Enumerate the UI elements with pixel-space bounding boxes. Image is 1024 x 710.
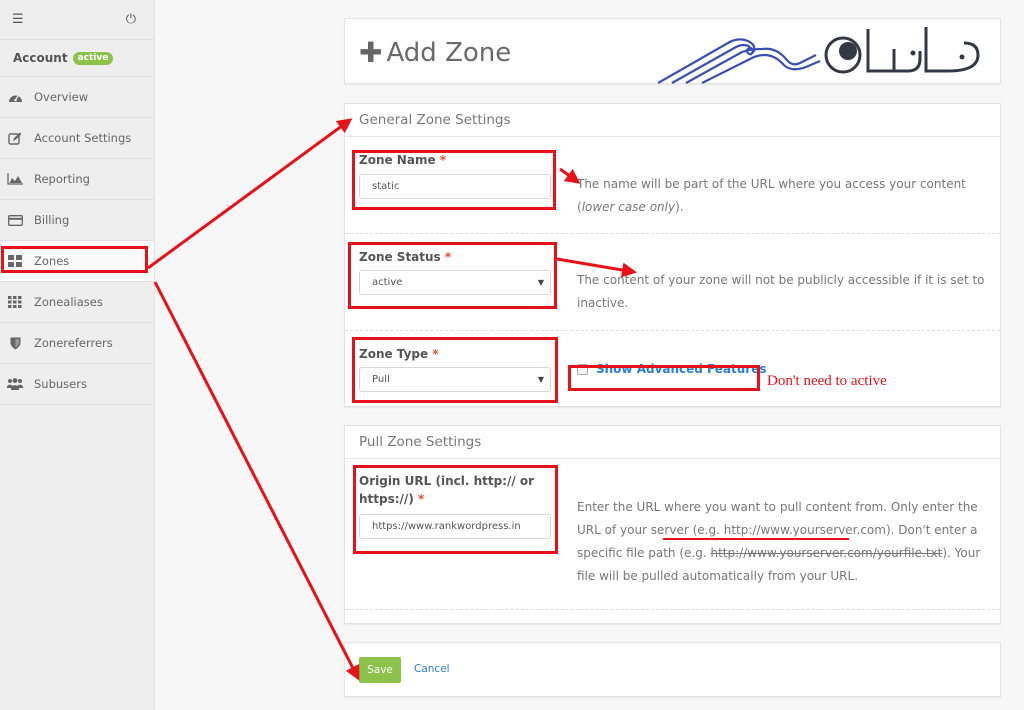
- brand-logo: [658, 27, 980, 84]
- page-header-panel: ✚ Add Zone: [344, 18, 1001, 84]
- section-heading: Pull Zone Settings: [345, 426, 1000, 459]
- sidebar-item-zonereferrers[interactable]: Zonereferrers: [0, 323, 154, 364]
- arrow-to-general-settings: [147, 118, 353, 270]
- sidebar: ☰ ⏻ Account active Overview Account Sett…: [0, 0, 155, 710]
- form-actions-panel: Save Cancel: [344, 642, 1001, 697]
- status-badge: active: [72, 51, 114, 65]
- zone-name-help: The name will be part of the URL where y…: [577, 173, 992, 219]
- annotation-box-advanced: [568, 365, 760, 391]
- annotation-note: Don't need to active: [767, 373, 887, 389]
- sidebar-item-account-settings[interactable]: Account Settings: [0, 118, 154, 159]
- sidebar-item-label: Zonealiases: [34, 295, 103, 309]
- account-title: Account: [13, 51, 68, 65]
- origin-url-help: Enter the URL where you want to pull con…: [577, 496, 992, 588]
- edit-icon: [7, 131, 23, 145]
- cancel-link[interactable]: Cancel: [414, 663, 450, 675]
- zone-status-help: The content of your zone will not be pub…: [577, 273, 985, 310]
- help-strike-example: http://www.yourserver.com/yourfile.txt: [710, 546, 943, 560]
- sidebar-item-subusers[interactable]: Subusers: [0, 364, 154, 405]
- shield-icon: [7, 336, 23, 350]
- credit-card-icon: [7, 213, 23, 227]
- grid-small-icon: [7, 295, 23, 309]
- sidebar-item-zonealiases[interactable]: Zonealiases: [0, 282, 154, 323]
- annotation-box-zone-type: [352, 337, 558, 403]
- section-heading: General Zone Settings: [345, 104, 1000, 137]
- annotation-box-zones: [1, 246, 148, 273]
- arrow-to-save: [153, 281, 360, 681]
- hamburger-menu-icon[interactable]: ☰: [12, 12, 24, 27]
- annotation-box-origin-url: [353, 465, 558, 554]
- page-title: ✚ Add Zone: [359, 36, 511, 69]
- plus-icon: ✚: [359, 36, 383, 69]
- page-title-text: Add Zone: [386, 37, 512, 68]
- users-icon: [7, 377, 23, 391]
- help-emphasis: lower case only: [581, 200, 676, 214]
- account-header: Account active: [0, 40, 154, 77]
- area-chart-icon: [7, 172, 23, 186]
- sidebar-item-label: Billing: [34, 213, 70, 227]
- sidebar-item-label: Overview: [34, 90, 89, 104]
- dashboard-gauge-icon: [7, 90, 23, 104]
- annotation-underline: [663, 538, 849, 540]
- save-button[interactable]: Save: [359, 657, 401, 683]
- sidebar-item-label: Zonereferrers: [34, 336, 113, 350]
- annotation-box-zone-status: [348, 242, 557, 309]
- annotation-box-zone-name: [352, 150, 556, 210]
- sidebar-item-label: Reporting: [34, 172, 90, 186]
- help-text-end: ).: [675, 200, 684, 214]
- sidebar-item-label: Account Settings: [34, 131, 132, 145]
- sidebar-item-overview[interactable]: Overview: [0, 77, 154, 118]
- sidebar-item-reporting[interactable]: Reporting: [0, 159, 154, 200]
- sidebar-item-label: Subusers: [34, 377, 87, 391]
- sidebar-topbar: ☰ ⏻: [0, 0, 154, 40]
- power-icon[interactable]: ⏻: [126, 12, 136, 27]
- sidebar-item-billing[interactable]: Billing: [0, 200, 154, 241]
